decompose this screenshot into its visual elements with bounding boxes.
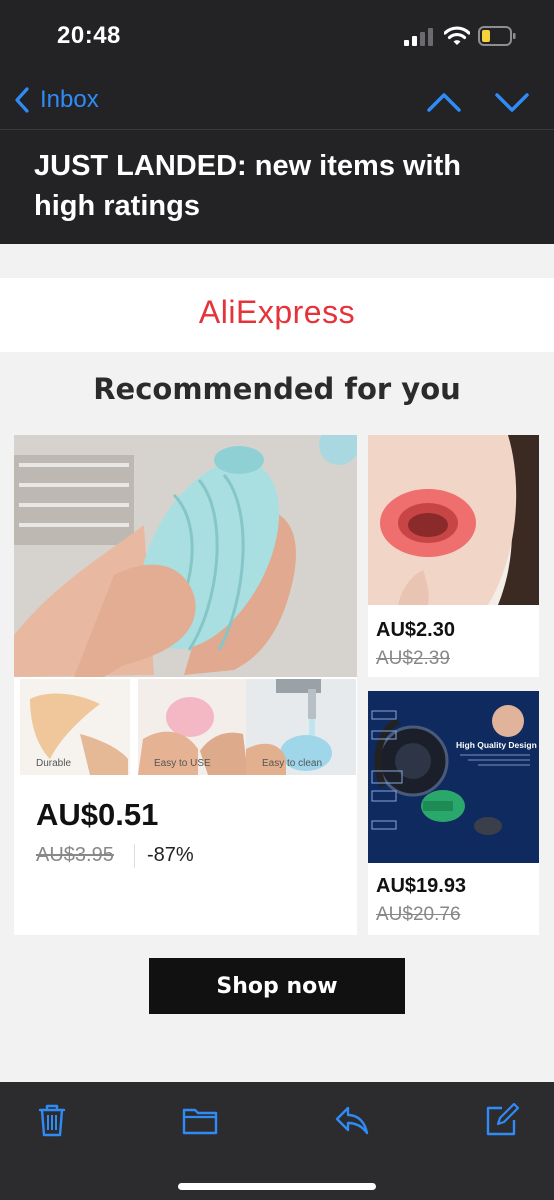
reply-icon[interactable] (334, 1102, 370, 1138)
product-photo (14, 435, 357, 677)
product-card-2[interactable]: AU$2.30 AU$2.39 (368, 435, 539, 677)
product-image-2[interactable] (368, 435, 539, 605)
thumb-easy-to-clean: Easy to clean (246, 679, 356, 775)
compose-icon[interactable] (484, 1102, 520, 1138)
product-card-3[interactable]: High Quality Design AU$19.93 AU$20.76 (368, 691, 539, 935)
thumb-easy-to-use: Easy to USE (138, 679, 248, 775)
product-price-1: AU$0.51 (36, 797, 159, 832)
section-title: Recommended for you (93, 372, 461, 406)
product-image-3[interactable]: High Quality Design (368, 691, 539, 863)
product-card-1[interactable]: Durable Easy to USE Easy to clean AU$0.5… (14, 435, 357, 935)
thumb-label-2: Easy to USE (154, 758, 211, 769)
product-photo (368, 435, 539, 605)
chevron-down-icon[interactable] (492, 84, 532, 120)
price-divider (134, 844, 135, 868)
product-discount-1: -87% (147, 844, 194, 866)
thumb-label-1: Durable (36, 758, 72, 769)
email-body[interactable]: AliExpress Recommended for you Durable E… (0, 244, 554, 1084)
back-to-inbox-button[interactable]: Inbox (12, 80, 99, 120)
product-price-3: AU$19.93 (376, 875, 467, 897)
aliexpress-logo[interactable]: AliExpress (0, 294, 554, 331)
trash-icon[interactable] (34, 1102, 70, 1138)
status-bar: 20:48 (0, 0, 554, 72)
thumb-label-3: Easy to clean (262, 758, 323, 769)
email-subject: JUST LANDED: new items with high ratings (34, 150, 461, 222)
product-price-2: AU$2.30 (376, 619, 455, 641)
product-photo: High Quality Design (368, 691, 539, 863)
chevron-left-icon (15, 87, 29, 113)
product-original-price-1: AU$3.95 (36, 844, 114, 866)
wifi-icon (444, 26, 470, 45)
status-time: 20:48 (57, 22, 121, 49)
signal-icon (404, 28, 433, 46)
mail-app: 20:48 Inbox JUST LANDED: new items with … (0, 0, 554, 1200)
mail-nav-bar: Inbox (0, 72, 554, 130)
home-indicator[interactable] (178, 1183, 376, 1190)
shop-now-button[interactable]: Shop now (149, 958, 405, 1014)
back-label: Inbox (40, 86, 99, 113)
brand-header: AliExpress (0, 278, 554, 352)
product-image-caption: High Quality Design (456, 740, 537, 750)
chevron-up-icon[interactable] (424, 84, 464, 120)
battery-low-icon (478, 26, 516, 46)
folder-icon[interactable] (182, 1102, 218, 1138)
product-original-price-2: AU$2.39 (376, 648, 450, 669)
subject-header: JUST LANDED: new items with high ratings (0, 130, 554, 244)
product-original-price-3: AU$20.76 (376, 904, 461, 925)
product-image-1[interactable] (14, 435, 357, 677)
thumb-durable: Durable (20, 679, 130, 775)
product-thumbnails: Durable Easy to USE Easy to clean (14, 677, 357, 775)
